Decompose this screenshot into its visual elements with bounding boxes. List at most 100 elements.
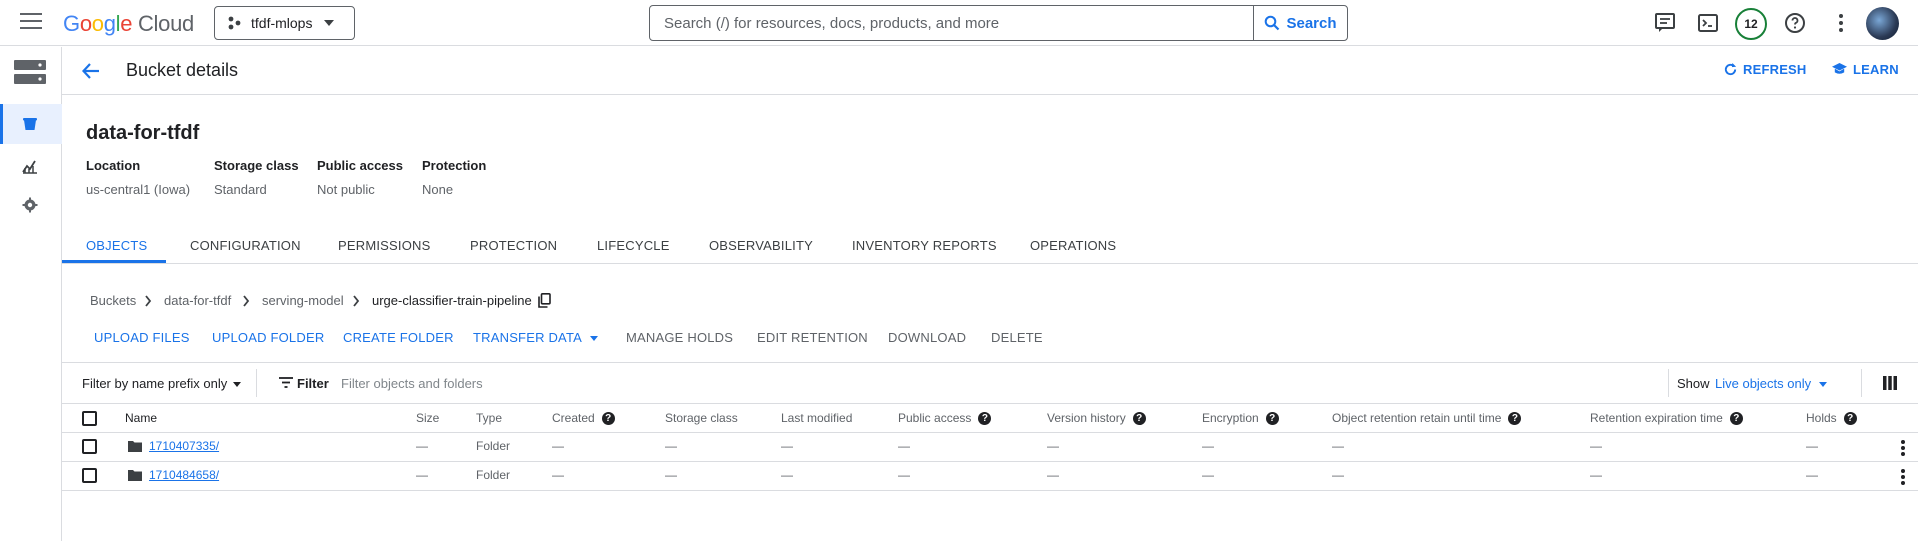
search-button[interactable]: Search <box>1253 6 1347 40</box>
monitoring-icon[interactable] <box>21 157 39 175</box>
search-bar[interactable]: Search (/) for resources, docs, products… <box>649 5 1348 41</box>
show-dropdown[interactable]: Live objects only <box>1715 376 1828 391</box>
object-name-link[interactable]: 1710407335/ <box>149 439 219 453</box>
tab-lifecycle[interactable]: LIFECYCLE <box>597 238 670 253</box>
row-more-icon[interactable] <box>1901 440 1905 456</box>
column-header-encryption[interactable]: Encryption? <box>1202 411 1279 425</box>
breadcrumb-buckets[interactable]: Buckets <box>90 293 136 308</box>
tab-permissions[interactable]: PERMISSIONS <box>338 238 431 253</box>
cell-last-modified: — <box>781 439 793 453</box>
cell-retention-expiration: — <box>1590 468 1602 482</box>
create-folder-button[interactable]: CREATE FOLDER <box>343 330 454 345</box>
column-header-last-modified[interactable]: Last modified <box>781 411 852 425</box>
filter-input[interactable]: Filter objects and folders <box>341 376 483 391</box>
chevron-down-icon <box>590 336 599 342</box>
cell-storage-class: — <box>665 468 677 482</box>
tab-operations[interactable]: OPERATIONS <box>1030 238 1116 253</box>
meta-label-location: Location <box>86 158 141 173</box>
column-header-retention-expiration[interactable]: Retention expiration time? <box>1590 411 1743 425</box>
avatar[interactable] <box>1866 7 1899 40</box>
upload-folder-button[interactable]: UPLOAD FOLDER <box>212 330 324 345</box>
column-header-public-access[interactable]: Public access? <box>898 411 992 425</box>
nav-active-indicator <box>0 104 3 144</box>
chevron-down-icon <box>1819 382 1828 388</box>
show-label: Show <box>1677 376 1710 391</box>
meta-value-public-access: Not public <box>317 182 375 197</box>
cell-holds: — <box>1806 439 1818 453</box>
delete-button[interactable]: DELETE <box>991 330 1043 345</box>
cell-created: — <box>552 468 564 482</box>
cell-retention-expiration: — <box>1590 439 1602 453</box>
bucket-name: data-for-tfdf <box>86 122 200 144</box>
download-button[interactable]: DOWNLOAD <box>888 330 966 345</box>
cell-encryption: — <box>1202 468 1214 482</box>
help-icon[interactable]: ? <box>601 411 615 425</box>
more-vert-icon[interactable] <box>1829 11 1853 35</box>
cloud-shell-icon[interactable] <box>1696 11 1720 35</box>
breadcrumb-current: urge-classifier-train-pipeline <box>372 293 532 308</box>
table-row[interactable] <box>62 462 1918 491</box>
help-icon[interactable]: ? <box>1265 411 1279 425</box>
meta-value-storage-class: Standard <box>214 182 267 197</box>
table-row[interactable] <box>62 433 1918 462</box>
feedback-icon[interactable] <box>1653 11 1677 35</box>
cell-holds: — <box>1806 468 1818 482</box>
back-arrow-icon[interactable] <box>80 60 102 82</box>
cell-size: — <box>416 468 428 482</box>
object-name-link[interactable]: 1710484658/ <box>149 468 219 482</box>
transfer-data-button[interactable]: TRANSFER DATA <box>473 330 599 345</box>
column-header-storage-class[interactable]: Storage class <box>665 411 738 425</box>
google-cloud-logo[interactable]: Google Cloud <box>63 11 194 37</box>
tab-objects[interactable]: OBJECTS <box>86 238 147 253</box>
folder-icon <box>128 441 142 452</box>
column-header-retain-until[interactable]: Object retention retain until time? <box>1332 411 1522 425</box>
column-header-version-history[interactable]: Version history? <box>1047 411 1146 425</box>
main-menu-icon[interactable] <box>20 13 42 31</box>
chevron-right-icon <box>243 295 250 307</box>
cell-type: Folder <box>476 468 511 482</box>
column-header-size[interactable]: Size <box>416 411 439 425</box>
settings-gear-icon[interactable] <box>21 196 39 214</box>
breadcrumb-folder[interactable]: serving-model <box>262 293 344 308</box>
row-more-icon[interactable] <box>1901 469 1905 485</box>
notifications-badge[interactable]: 12 <box>1735 8 1767 40</box>
column-header-name[interactable]: Name <box>125 411 157 425</box>
help-icon[interactable]: ? <box>978 411 992 425</box>
refresh-icon <box>1724 62 1737 76</box>
column-header-holds[interactable]: Holds? <box>1806 411 1857 425</box>
project-picker[interactable]: tfdf-mlops <box>214 6 355 40</box>
cell-storage-class: — <box>665 439 677 453</box>
upload-files-button[interactable]: UPLOAD FILES <box>94 330 190 345</box>
breadcrumb-bucket[interactable]: data-for-tfdf <box>164 293 231 308</box>
meta-label-public-access: Public access <box>317 158 403 173</box>
storage-product-icon[interactable] <box>13 58 47 86</box>
filter-mode-dropdown[interactable]: Filter by name prefix only <box>82 376 242 391</box>
edit-retention-button[interactable]: EDIT RETENTION <box>757 330 868 345</box>
manage-holds-button[interactable]: MANAGE HOLDS <box>626 330 733 345</box>
help-icon[interactable]: ? <box>1132 411 1146 425</box>
tab-inventory-reports[interactable]: INVENTORY REPORTS <box>852 238 997 253</box>
tab-observability[interactable]: OBSERVABILITY <box>709 238 813 253</box>
column-header-created[interactable]: Created? <box>552 411 615 425</box>
help-icon[interactable] <box>1783 11 1807 35</box>
search-input[interactable]: Search (/) for resources, docs, products… <box>650 15 1253 32</box>
chevron-right-icon <box>353 295 360 307</box>
column-header-type[interactable]: Type <box>476 411 502 425</box>
help-icon[interactable]: ? <box>1843 411 1857 425</box>
cell-public-access: — <box>898 468 910 482</box>
select-all-checkbox[interactable] <box>82 411 97 426</box>
help-icon[interactable]: ? <box>1508 411 1522 425</box>
copy-icon[interactable] <box>538 293 551 308</box>
search-icon <box>1265 15 1280 31</box>
tab-protection[interactable]: PROTECTION <box>470 238 557 253</box>
filter-icon[interactable] <box>279 377 293 388</box>
school-icon <box>1832 62 1847 74</box>
refresh-button[interactable]: REFRESH <box>1723 62 1807 77</box>
cell-retain-until: — <box>1332 468 1344 482</box>
column-display-icon[interactable] <box>1883 376 1897 390</box>
tab-configuration[interactable]: CONFIGURATION <box>190 238 301 253</box>
learn-button[interactable]: LEARN <box>1831 62 1899 77</box>
row-checkbox[interactable] <box>82 468 97 483</box>
help-icon[interactable]: ? <box>1729 411 1743 425</box>
row-checkbox[interactable] <box>82 439 97 454</box>
